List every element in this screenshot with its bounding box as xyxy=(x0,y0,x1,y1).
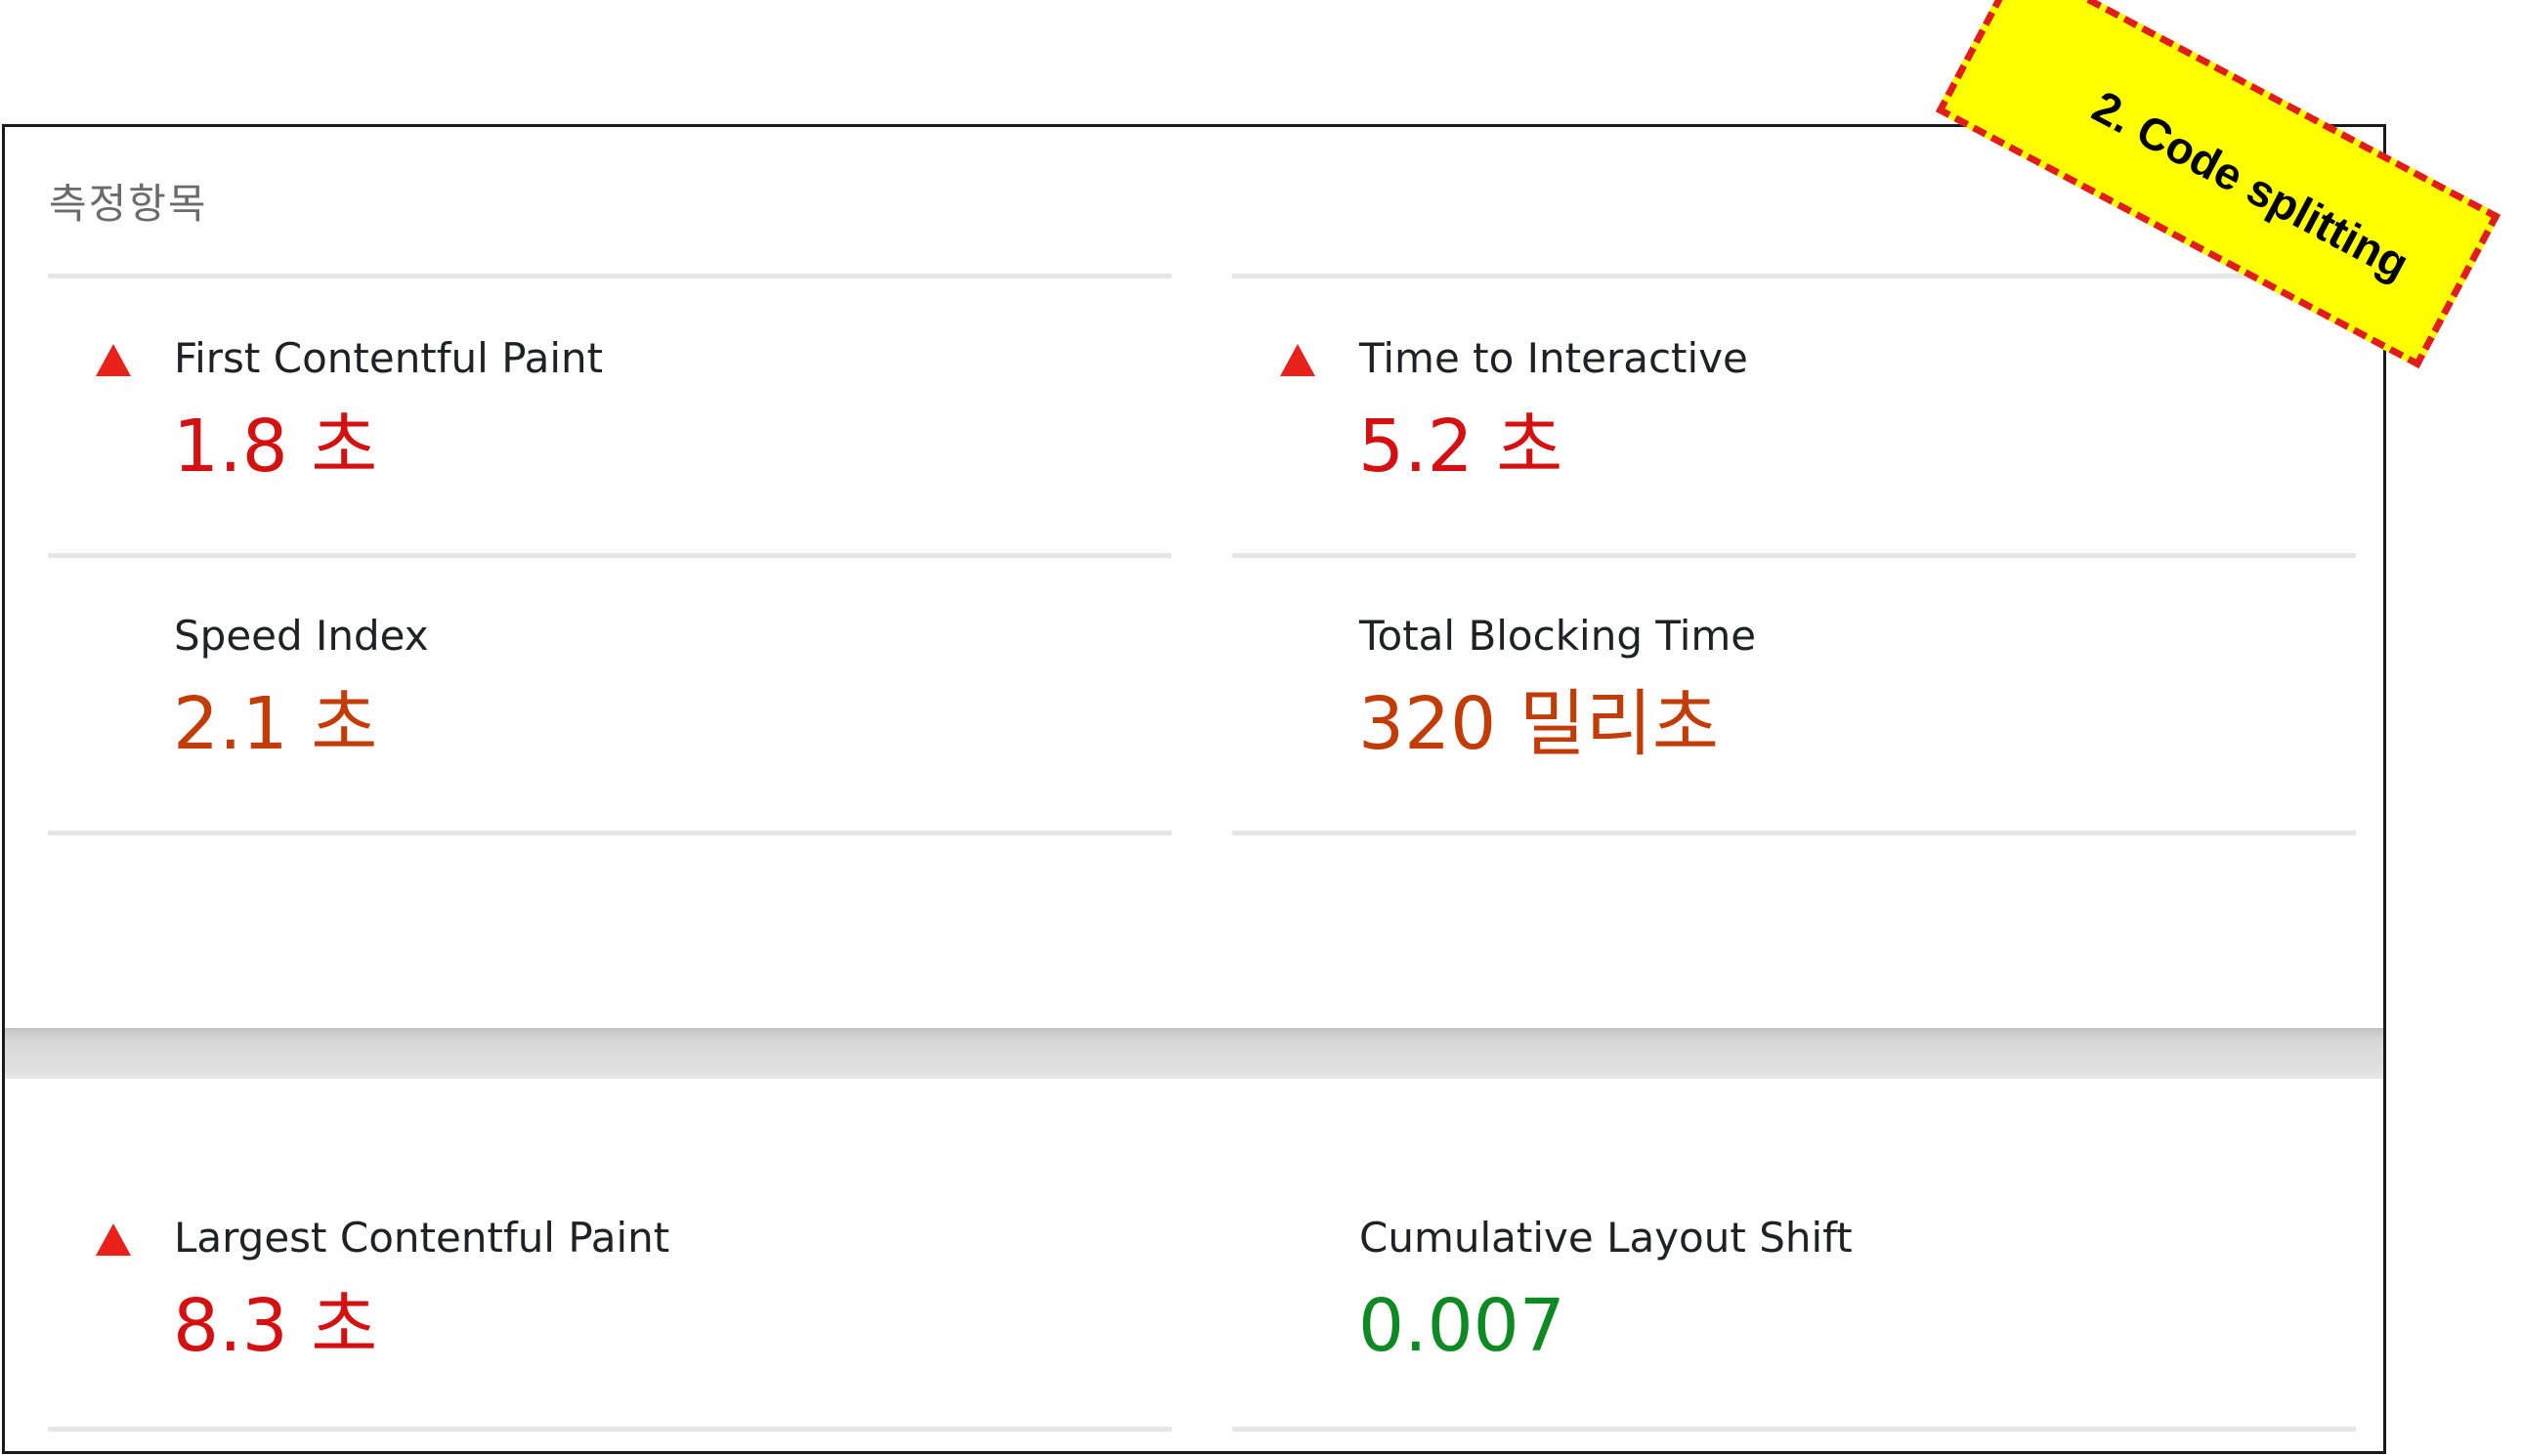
metric-value: 8.3 초 xyxy=(173,1284,378,1368)
metric-label: Total Blocking Time xyxy=(1359,612,1757,660)
triangle-up-icon xyxy=(1280,344,1315,376)
triangle-up-icon xyxy=(96,1223,131,1256)
metric-label: Speed Index xyxy=(174,612,429,660)
metric-value: 5.2 초 xyxy=(1358,405,1563,489)
divider xyxy=(1232,274,2356,278)
metric-label: First Contentful Paint xyxy=(174,334,604,382)
divider xyxy=(48,831,1172,835)
metric-value: 320 밀리초 xyxy=(1358,682,1720,766)
metrics-panel: 측정항목 First Contentful Paint 1.8 초 Time t… xyxy=(2,124,2386,1454)
metric-label: Largest Contentful Paint xyxy=(174,1214,670,1262)
divider xyxy=(1232,553,2356,558)
metric-value: 1.8 초 xyxy=(173,405,378,489)
divider xyxy=(48,1427,1172,1432)
metric-value: 0.007 xyxy=(1358,1284,1565,1368)
section-title: 측정항목 xyxy=(49,180,208,228)
divider xyxy=(48,553,1172,558)
metric-value: 2.1 초 xyxy=(173,682,378,766)
section-separator xyxy=(5,1028,2383,1079)
divider xyxy=(48,274,1172,278)
divider xyxy=(1232,831,2356,835)
metric-label: Cumulative Layout Shift xyxy=(1359,1214,1853,1262)
metric-label: Time to Interactive xyxy=(1359,334,1748,382)
triangle-up-icon xyxy=(96,344,131,376)
divider xyxy=(1232,1427,2356,1432)
